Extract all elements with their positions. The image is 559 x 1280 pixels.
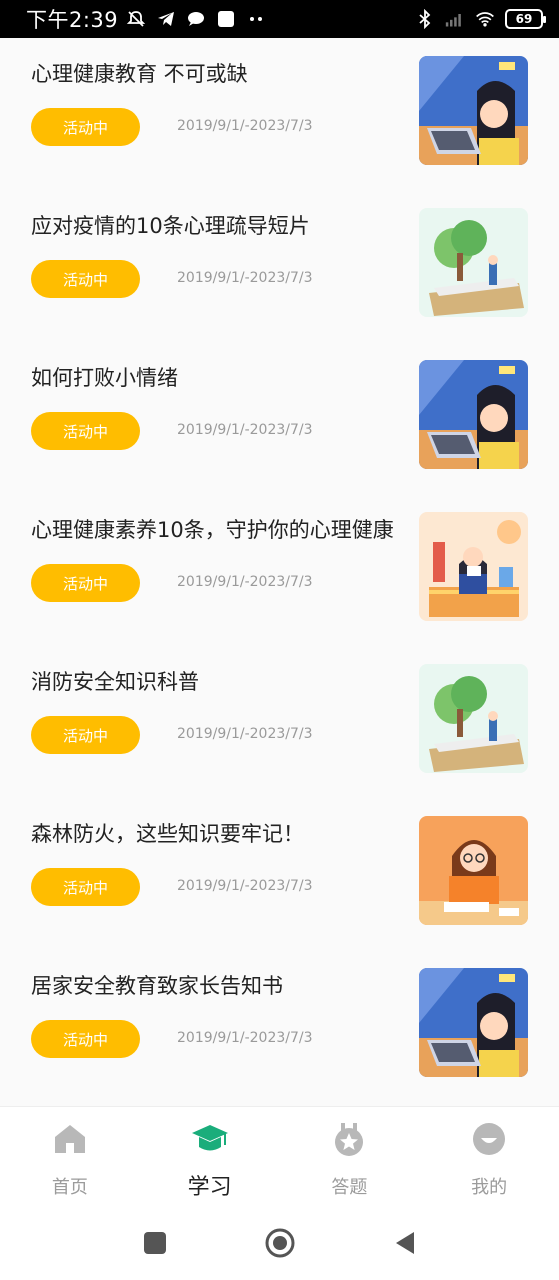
bell-off-icon	[126, 9, 146, 29]
bottom-tab-bar: 首页 学习 答题 我的	[0, 1106, 559, 1210]
item-date: 2019/9/1/-2023/7/3	[177, 422, 313, 438]
item-title: 居家安全教育致家长告知书	[31, 974, 283, 998]
home-icon	[50, 1119, 90, 1159]
tab-label: 学习	[187, 1175, 232, 1200]
status-badge: 活动中	[31, 564, 140, 602]
item-thumbnail	[419, 664, 528, 773]
list-item[interactable]: 心理健康教育 不可或缺 活动中 2019/9/1/-2023/7/3	[0, 38, 559, 190]
list-item[interactable]: 如何打败小情绪 活动中 2019/9/1/-2023/7/3	[0, 342, 559, 494]
signal-icon	[445, 9, 465, 29]
tab-study[interactable]: 学习	[140, 1107, 280, 1210]
telegram-icon	[156, 9, 176, 29]
item-date: 2019/9/1/-2023/7/3	[177, 118, 313, 134]
list-item[interactable]: 居家安全教育致家长告知书 活动中 2019/9/1/-2023/7/3	[0, 950, 559, 1102]
system-nav-bar	[0, 1210, 559, 1280]
tab-label: 首页	[51, 1177, 88, 1198]
item-title: 心理健康素养10条，守护你的心理健康	[31, 518, 394, 542]
wifi-icon	[475, 9, 495, 29]
item-title: 心理健康教育 不可或缺	[31, 62, 248, 86]
medal-icon	[329, 1119, 369, 1159]
graduation-cap-icon	[190, 1119, 230, 1159]
status-badge: 活动中	[31, 260, 140, 298]
item-thumbnail	[419, 360, 528, 469]
more-dots-icon	[246, 9, 266, 29]
recent-apps-button[interactable]	[142, 1230, 168, 1260]
item-title: 如何打败小情绪	[31, 366, 178, 390]
chat-bubble-icon	[186, 9, 206, 29]
item-date: 2019/9/1/-2023/7/3	[177, 574, 313, 590]
item-thumbnail	[419, 56, 528, 165]
status-badge: 活动中	[31, 108, 140, 146]
item-date: 2019/9/1/-2023/7/3	[177, 270, 313, 286]
list-item[interactable]: 心理健康素养10条，守护你的心理健康 活动中 2019/9/1/-2023/7/…	[0, 494, 559, 646]
battery-icon: 69	[505, 9, 546, 29]
status-badge: 活动中	[31, 716, 140, 754]
tab-label: 我的	[471, 1177, 508, 1198]
status-bar: 下午2:39 69	[0, 0, 559, 38]
tab-quiz[interactable]: 答题	[280, 1107, 420, 1210]
item-thumbnail	[419, 512, 528, 621]
item-thumbnail	[419, 968, 528, 1077]
item-thumbnail	[419, 816, 528, 925]
status-badge: 活动中	[31, 412, 140, 450]
status-badge: 活动中	[31, 1020, 140, 1058]
list-item[interactable]: 消防安全知识科普 活动中 2019/9/1/-2023/7/3	[0, 646, 559, 798]
back-button[interactable]	[392, 1230, 418, 1260]
item-date: 2019/9/1/-2023/7/3	[177, 1030, 313, 1046]
item-date: 2019/9/1/-2023/7/3	[177, 726, 313, 742]
tab-home[interactable]: 首页	[0, 1107, 140, 1210]
item-date: 2019/9/1/-2023/7/3	[177, 878, 313, 894]
activity-list: 心理健康教育 不可或缺 活动中 2019/9/1/-2023/7/3 应对疫情的…	[0, 38, 559, 1102]
item-title: 森林防火，这些知识要牢记！	[31, 822, 304, 846]
item-title: 消防安全知识科普	[31, 670, 199, 694]
bluetooth-icon	[415, 9, 435, 29]
list-item[interactable]: 应对疫情的10条心理疏导短片 活动中 2019/9/1/-2023/7/3	[0, 190, 559, 342]
status-time: 下午2:39	[26, 8, 119, 32]
tab-label: 答题	[331, 1177, 368, 1198]
list-item[interactable]: 森林防火，这些知识要牢记！ 活动中 2019/9/1/-2023/7/3	[0, 798, 559, 950]
tab-profile[interactable]: 我的	[419, 1107, 559, 1210]
item-thumbnail	[419, 208, 528, 317]
status-badge: 活动中	[31, 868, 140, 906]
profile-icon	[469, 1119, 509, 1159]
item-title: 应对疫情的10条心理疏导短片	[31, 214, 310, 238]
home-button[interactable]	[264, 1227, 296, 1263]
app-square-icon	[216, 9, 236, 29]
